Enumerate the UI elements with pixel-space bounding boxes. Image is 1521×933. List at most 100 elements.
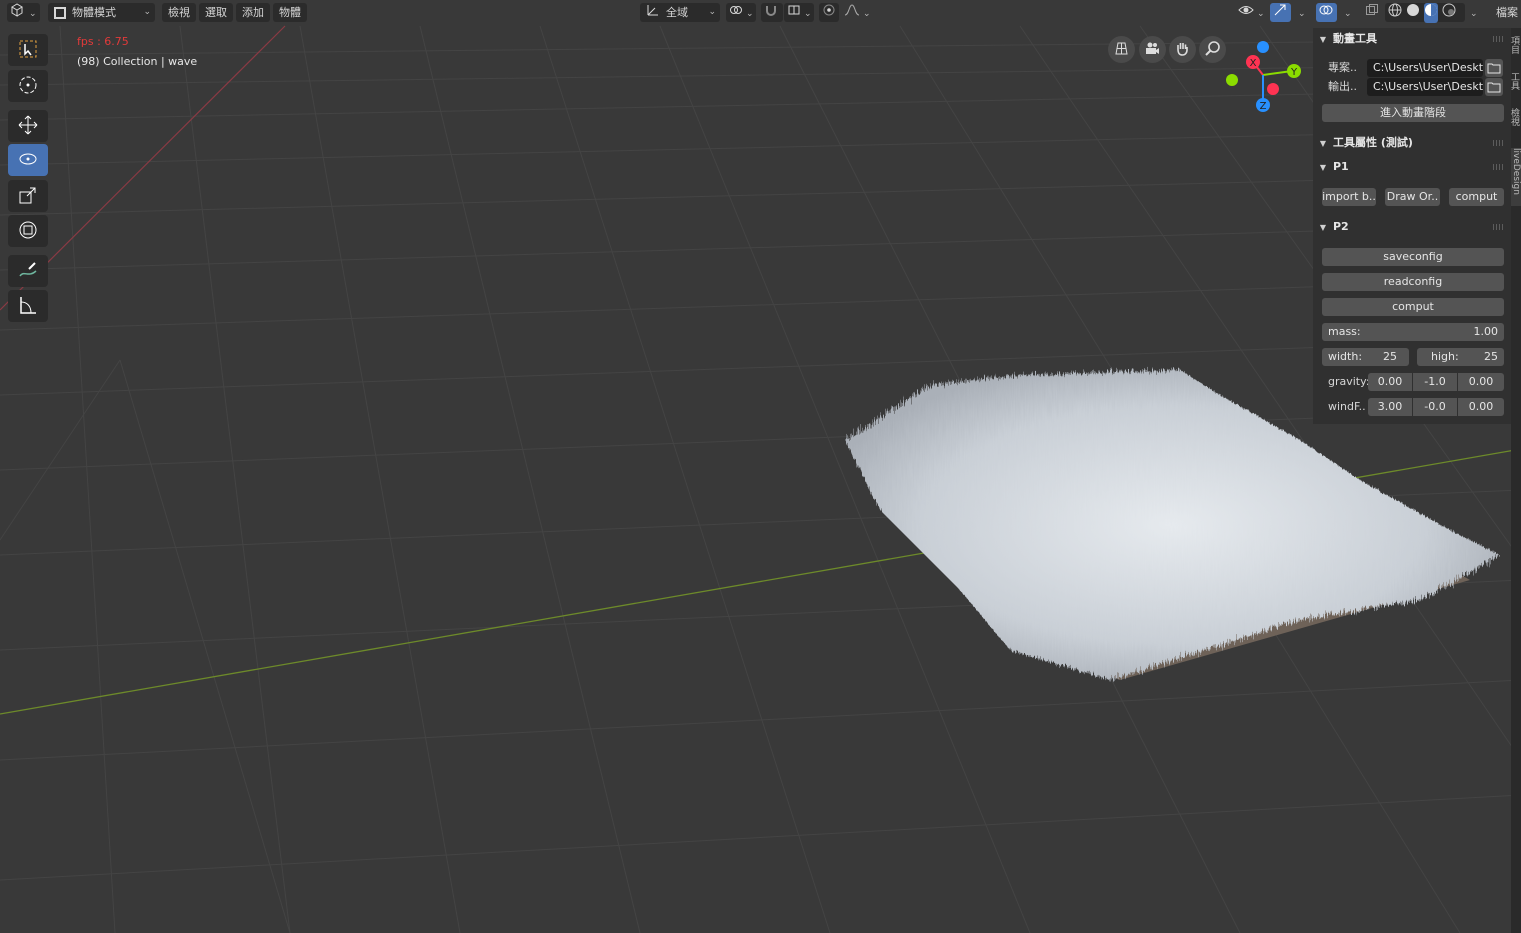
enter-animation-button[interactable]: 進入動畫階段 (1322, 104, 1504, 122)
wind-y-field[interactable]: -0.0 (1413, 398, 1457, 416)
camera-view-button[interactable] (1139, 36, 1166, 63)
menu-add[interactable]: 添加 (236, 3, 270, 22)
saveconfig-button[interactable]: saveconfig (1322, 248, 1504, 266)
zoom-icon (1204, 40, 1221, 60)
y-neg-axis-dot[interactable] (1226, 74, 1238, 86)
pivot-button[interactable]: ⌄ (726, 3, 756, 22)
panel-header-p1[interactable]: ▼ P1 (1313, 156, 1511, 178)
overlay-toggle-button[interactable] (1316, 3, 1337, 22)
gravity-x-field[interactable]: 0.00 (1368, 373, 1412, 391)
file-label[interactable]: 檔案 (1490, 3, 1521, 22)
select-box-tool[interactable] (8, 34, 48, 66)
xray-button[interactable] (1362, 3, 1382, 22)
annotate-tool[interactable] (8, 255, 48, 287)
output-path-label: 輸出.. (1328, 80, 1357, 93)
annotate-icon (17, 259, 39, 284)
pan-view-button[interactable] (1169, 36, 1196, 63)
chevron-down-icon: ⌄ (29, 9, 37, 19)
visibility-button[interactable]: ⌄ (1236, 3, 1266, 22)
move-icon (17, 114, 39, 139)
menu-select[interactable]: 選取 (199, 3, 233, 22)
solid-shading-icon[interactable] (1406, 3, 1420, 23)
shading-dropdown[interactable]: ⌄ (1465, 3, 1481, 22)
cursor-tool[interactable] (8, 70, 48, 102)
gizmo-dropdown[interactable]: ⌄ (1292, 3, 1312, 22)
mass-field[interactable]: mass: 1.00 (1322, 323, 1504, 341)
chevron-down-icon: ⌄ (708, 7, 716, 17)
snap-target-button[interactable]: ⌄ (784, 3, 814, 22)
overlay-dropdown[interactable]: ⌄ (1338, 3, 1358, 22)
panel-header-tool-props[interactable]: ▼ 工具屬性 (測試) (1313, 132, 1511, 154)
header-bar: ⌄ 物體模式 ⌄ 檢視 選取 添加 物體 全域 ⌄ ⌄ ⌄ ⌄ ⌄ ⌄ ⌄ ⌄ 檔案 (0, 0, 1521, 26)
drag-grip-icon[interactable] (1493, 36, 1505, 42)
cursor-icon (17, 74, 39, 99)
drag-grip-icon[interactable] (1493, 140, 1505, 146)
snap-increment-icon (787, 3, 801, 23)
menu-object[interactable]: 物體 (273, 3, 307, 22)
wireframe-shading-icon[interactable] (1388, 3, 1402, 23)
gizmo-toggle-button[interactable] (1270, 3, 1291, 22)
high-label: high: (1431, 350, 1459, 363)
active-object-info: (98) Collection | wave (77, 55, 198, 68)
width-field[interactable]: width: 25 (1322, 348, 1409, 366)
transform-tool[interactable] (8, 215, 48, 247)
high-field[interactable]: high: 25 (1417, 348, 1504, 366)
tab-item[interactable]: 項目 (1511, 36, 1521, 66)
falloff-button[interactable]: ⌄ (842, 3, 872, 22)
measure-icon (17, 294, 39, 319)
drag-grip-icon[interactable] (1493, 224, 1505, 230)
x-neg-axis-dot[interactable] (1267, 83, 1279, 95)
proportional-edit-button[interactable] (819, 3, 839, 22)
tab-view[interactable]: 檢視 (1511, 108, 1521, 138)
select-box-icon (17, 38, 39, 63)
folder-icon (1485, 82, 1503, 99)
high-value: 25 (1484, 350, 1498, 363)
wind-x-field[interactable]: 3.00 (1368, 398, 1412, 416)
measure-tool[interactable] (8, 290, 48, 322)
z-neg-axis-dot[interactable] (1257, 41, 1269, 53)
chevron-down-icon: ⌄ (1344, 9, 1352, 19)
drag-grip-icon[interactable] (1493, 164, 1505, 170)
p1-comput-button[interactable]: comput (1449, 188, 1504, 206)
editor-type-button[interactable]: ⌄ (7, 3, 40, 22)
object-mode-icon (54, 7, 66, 19)
project-folder-button[interactable] (1485, 59, 1503, 77)
axis-gizmo[interactable]: X Y Z (1220, 36, 1310, 116)
gravity-z-field[interactable]: 0.00 (1458, 373, 1504, 391)
snap-button[interactable] (761, 3, 783, 22)
draw-button[interactable]: Draw Or.. (1385, 188, 1440, 206)
output-folder-button[interactable] (1485, 78, 1503, 96)
project-path-field[interactable]: C:\Users\User\Deskt.. (1367, 59, 1483, 77)
magnet-icon (764, 3, 778, 23)
output-path-field[interactable]: C:\Users\User\Deskt.. (1367, 78, 1483, 96)
panel-header-anim-tools[interactable]: ▼ 動畫工具 (1313, 28, 1511, 50)
panel-title: P2 (1333, 220, 1349, 233)
scale-tool[interactable] (8, 180, 48, 212)
panel-title: 動畫工具 (1333, 32, 1377, 45)
readconfig-button[interactable]: readconfig (1322, 273, 1504, 291)
orientation-select[interactable]: 全域 ⌄ (640, 3, 720, 22)
import-button[interactable]: import b.. (1322, 188, 1376, 206)
p2-comput-button[interactable]: comput (1322, 298, 1504, 316)
material-shading-icon[interactable] (1424, 3, 1438, 23)
panel-expand-icon: ▼ (1319, 139, 1327, 148)
3d-viewport[interactable] (0, 0, 1521, 933)
move-tool[interactable] (8, 110, 48, 142)
wind-z-field[interactable]: 0.00 (1458, 398, 1504, 416)
gravity-label: gravity: (1328, 375, 1370, 388)
perspective-toggle[interactable] (1108, 36, 1135, 63)
gravity-y-field[interactable]: -1.0 (1413, 373, 1457, 391)
tab-livedesign[interactable]: liveDesign (1511, 148, 1521, 206)
z-axis-label: Z (1260, 101, 1267, 112)
panel-header-p2[interactable]: ▼ P2 (1313, 216, 1511, 238)
mode-select[interactable]: 物體模式 ⌄ (48, 3, 155, 22)
project-path-label: 專案.. (1328, 61, 1357, 74)
gizmo-icon (1273, 3, 1287, 23)
menu-view[interactable]: 檢視 (162, 3, 196, 22)
rotate-tool[interactable] (8, 144, 48, 176)
camera-icon (1144, 40, 1161, 60)
tab-tool[interactable]: 工具 (1511, 72, 1521, 102)
shading-group (1385, 3, 1465, 23)
rendered-shading-icon[interactable] (1442, 3, 1456, 23)
grid-icon (1113, 40, 1130, 60)
